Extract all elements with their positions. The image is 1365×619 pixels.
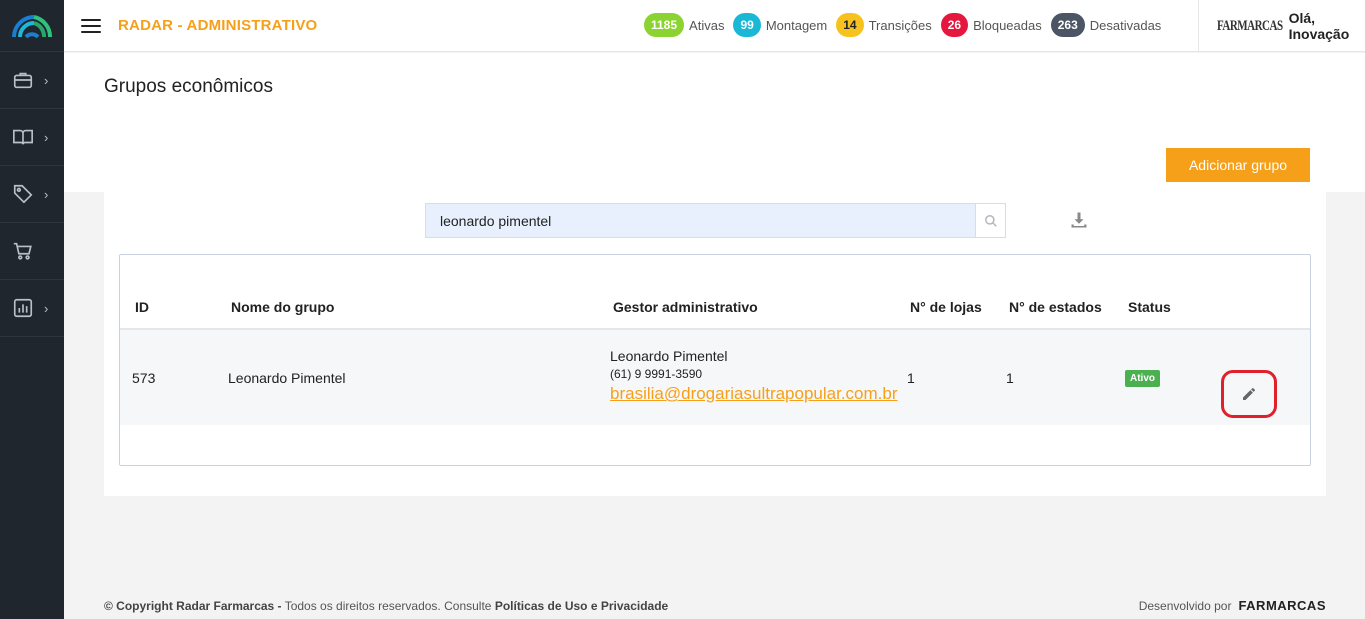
cell-group-name: Leonardo Pimentel — [228, 370, 346, 386]
chevron-right-icon: › — [44, 300, 49, 316]
content-card: ID Nome do grupo Gestor administrativo N… — [104, 192, 1326, 496]
bar-chart-icon — [13, 298, 33, 318]
footer: © Copyright Radar Farmarcas - Todos os d… — [104, 598, 1326, 613]
stat-transicoes[interactable]: 14 Transições — [836, 13, 932, 37]
briefcase-icon — [13, 72, 33, 89]
column-header-status[interactable]: Status — [1128, 299, 1171, 315]
search-button[interactable] — [975, 204, 1005, 237]
manager-email-link[interactable]: brasilia@drogariasultrapopular.com.br — [610, 384, 898, 404]
cart-icon — [13, 242, 32, 260]
developer-credit: Desenvolvido por FARMARCAS — [1139, 598, 1326, 613]
add-group-button[interactable]: Adicionar grupo — [1166, 148, 1310, 182]
table-row: 573 Leonardo Pimentel Leonardo Pimentel … — [120, 330, 1310, 425]
cell-manager: Leonardo Pimentel (61) 9 9991-3590 brasi… — [610, 348, 898, 404]
book-icon — [13, 129, 33, 145]
column-header-name[interactable]: Nome do grupo — [231, 299, 334, 315]
groups-table: ID Nome do grupo Gestor administrativo N… — [119, 254, 1311, 466]
stat-badge: 263 — [1050, 13, 1085, 37]
stats-bar: 1185 Ativas 99 Montagem 14 Transições 26… — [644, 13, 1170, 37]
stat-badge: 14 — [836, 13, 864, 37]
copyright-text: © Copyright Radar Farmarcas - — [104, 598, 282, 613]
user-greeting: Olá, Inovação — [1288, 10, 1350, 42]
chevron-right-icon: › — [44, 72, 49, 88]
radar-logo-icon — [12, 14, 52, 39]
stat-badge: 1185 — [644, 13, 685, 37]
stat-desativadas[interactable]: 263 Desativadas — [1050, 13, 1162, 37]
stat-montagem[interactable]: 99 Montagem — [733, 13, 827, 37]
cell-id: 573 — [132, 370, 156, 386]
menu-icon[interactable] — [81, 18, 101, 33]
policies-link[interactable]: Políticas de Uso e Privacidade — [495, 599, 668, 613]
download-icon — [1071, 212, 1087, 228]
stat-label: Montagem — [765, 17, 828, 33]
rights-text: Todos os direitos reservados. Consulte — [284, 598, 492, 613]
chevron-right-icon: › — [44, 129, 49, 145]
status-badge: Ativo — [1125, 370, 1160, 387]
column-header-id[interactable]: ID — [135, 299, 149, 315]
stat-label: Ativas — [689, 17, 725, 33]
sidebar-item-briefcase[interactable]: › — [0, 52, 64, 109]
chevron-right-icon: › — [44, 186, 49, 202]
search-box — [425, 203, 1006, 238]
stat-bloqueadas[interactable]: 26 Bloqueadas — [940, 13, 1042, 37]
tag-icon — [13, 184, 33, 204]
user-menu[interactable]: FARMARCAS Olá, Inovação — [1198, 0, 1365, 52]
sidebar-item-tag[interactable]: › — [0, 166, 64, 223]
download-button[interactable] — [1068, 209, 1090, 231]
stat-badge: 99 — [733, 13, 761, 37]
radar-logo[interactable] — [0, 0, 64, 52]
stat-label: Transições — [868, 17, 932, 33]
column-header-stores[interactable]: N° de lojas — [910, 299, 982, 315]
farmarcas-logo[interactable]: FARMARCAS — [1238, 598, 1326, 613]
cell-stores: 1 — [907, 370, 915, 386]
search-icon — [984, 214, 997, 227]
stat-ativas[interactable]: 1185 Ativas — [644, 13, 724, 37]
edit-button[interactable] — [1221, 370, 1277, 418]
sidebar-item-cart[interactable] — [0, 223, 64, 280]
manager-name: Leonardo Pimentel — [610, 348, 728, 364]
stat-label: Desativadas — [1089, 17, 1162, 33]
developed-by-label: Desenvolvido por — [1138, 598, 1232, 613]
sidebar-item-chart[interactable]: › — [0, 280, 64, 337]
page-title: Grupos econômicos — [104, 76, 273, 97]
cell-states: 1 — [1006, 370, 1014, 386]
footer-copyright: © Copyright Radar Farmarcas - Todos os d… — [104, 599, 668, 613]
topbar: RADAR - ADMINISTRATIVO 1185 Ativas 99 Mo… — [64, 0, 1365, 52]
column-header-states[interactable]: N° de estados — [1009, 299, 1102, 315]
sidebar-item-book[interactable]: › — [0, 109, 64, 166]
main-content: Grupos econômicos Adicionar grupo ID Nom… — [64, 53, 1365, 496]
stat-badge: 26 — [940, 13, 969, 37]
stat-label: Bloqueadas — [973, 17, 1042, 33]
sidebar: › › › › — [0, 0, 64, 619]
page-header: Grupos econômicos Adicionar grupo — [64, 53, 1365, 192]
search-input[interactable] — [426, 204, 975, 237]
column-header-manager[interactable]: Gestor administrativo — [613, 299, 758, 315]
pencil-icon — [1243, 387, 1255, 400]
manager-phone: (61) 9 9991-3590 — [610, 367, 703, 381]
app-title: RADAR - ADMINISTRATIVO — [118, 17, 318, 34]
user-logo: FARMARCAS — [1217, 18, 1283, 34]
